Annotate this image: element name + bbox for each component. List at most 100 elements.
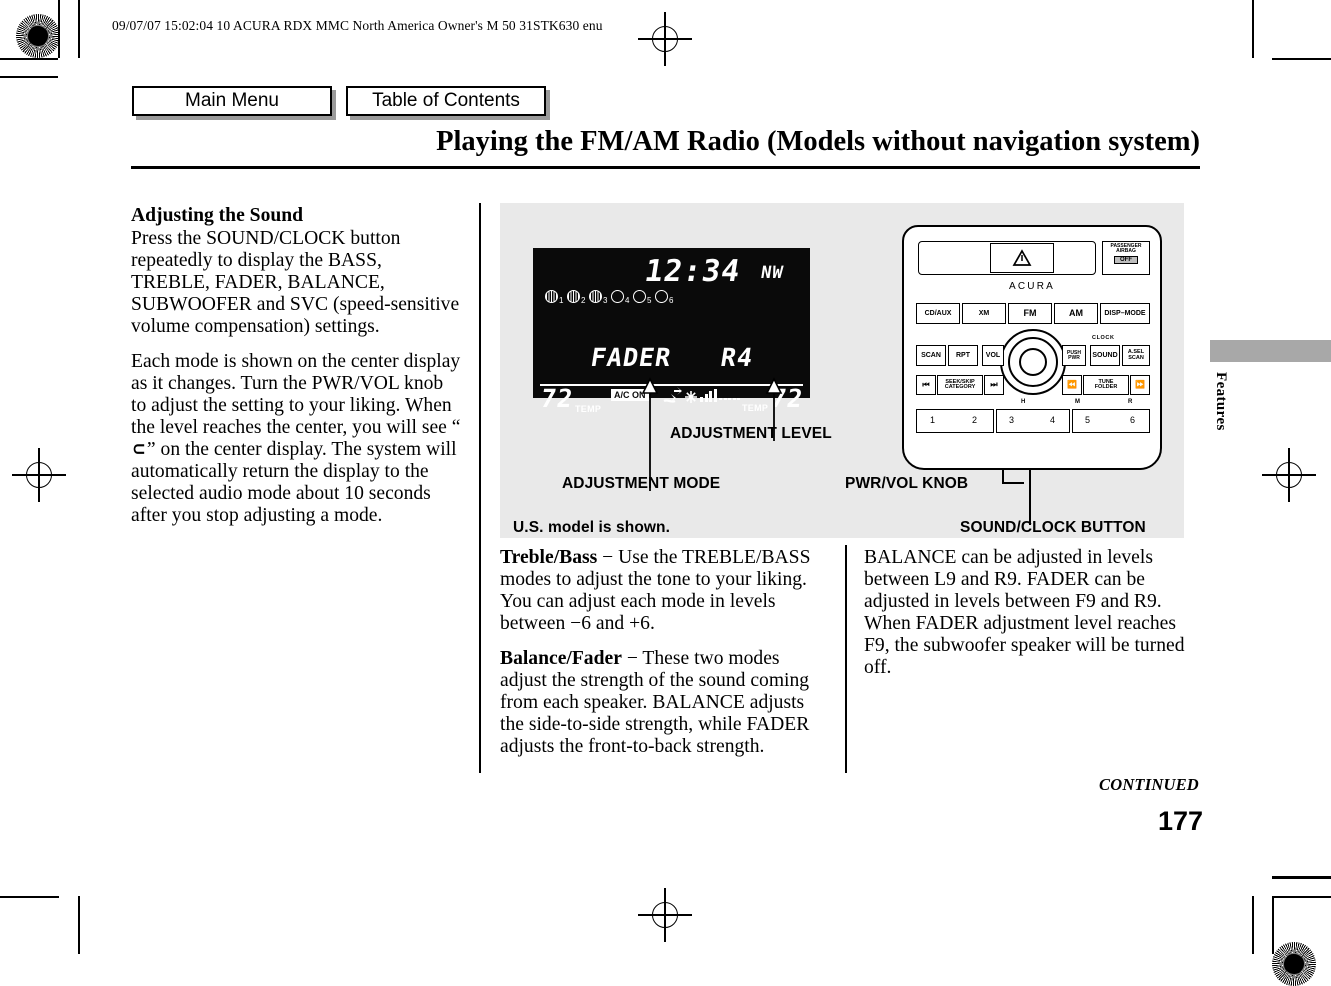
middle-column: Treble/Bass − Use the TREBLE/BASS modes … (500, 547, 830, 771)
lcd-fan-level-dots (719, 398, 740, 400)
source-button-fm[interactable]: FM (1008, 303, 1052, 324)
registration-rosette-top-left (16, 14, 60, 58)
radio-faceplate: PASSENGER AIRBAG OFF ACURA CD/AUX XM FM … (902, 225, 1162, 470)
lcd-disc-3: 3 (589, 290, 607, 305)
balance-fader-paragraph: Balance/Fader − These two modes adjust t… (500, 648, 830, 758)
main-menu-button[interactable]: Main Menu (132, 86, 332, 116)
figure-caption-adjustment-level: ADJUSTMENT LEVEL (670, 425, 832, 442)
page-title: Playing the FM/AM Radio (Models without … (436, 126, 1200, 157)
preset-group-1-2 (916, 409, 994, 433)
lcd-adjustment-level-value: R4 (718, 343, 756, 372)
tune-previous-button[interactable]: ⏪ (1062, 375, 1082, 395)
scan-button[interactable]: SCAN (916, 345, 946, 366)
section-tab-label: Features (1213, 372, 1229, 431)
crop-mark-bottom-left-horizontal (0, 896, 59, 898)
lcd-disc-2-label: 2 (581, 296, 586, 305)
crop-mark-bottom-right-vertical (1272, 896, 1274, 954)
source-button-disp-mode[interactable]: DISP–MODE (1100, 303, 1150, 324)
preset-marker-h: H (1021, 399, 1026, 405)
lcd-disc-6: 6 (655, 290, 673, 305)
rpt-button[interactable]: RPT (948, 345, 978, 366)
hazard-button[interactable] (990, 243, 1054, 273)
a-sel-scan-button[interactable]: A.SEL SCAN (1122, 345, 1150, 366)
left-column: Adjusting the Sound Press the SOUND/CLOC… (131, 205, 462, 540)
crop-mark-bottom-right-outer-vertical (1252, 896, 1254, 954)
registration-target-right (1262, 448, 1316, 502)
left-column-heading: Adjusting the Sound (131, 205, 304, 226)
tune-next-button[interactable]: ⏩ (1130, 375, 1150, 395)
treble-bass-term: Treble/Bass (500, 547, 598, 568)
left-column-paragraph-1: Press the SOUND/CLOCK button repeatedly … (131, 227, 460, 337)
acura-brand-label: ACURA (1008, 281, 1055, 292)
preset-button-3[interactable]: 3 (1009, 415, 1014, 425)
seek-previous-button[interactable]: ⏮ (916, 375, 936, 395)
lcd-fan-level-bars (700, 389, 717, 402)
sound-clock-button[interactable]: SOUND (1090, 345, 1120, 366)
preset-button-4[interactable]: 4 (1050, 415, 1055, 425)
treble-bass-dash: − (602, 547, 614, 568)
print-job-line: 09/07/07 15:02:04 10 ACURA RDX MMC North… (112, 18, 603, 33)
tune-folder-button[interactable]: TUNE FOLDER (1083, 375, 1129, 395)
treble-bass-paragraph: Treble/Bass − Use the TREBLE/BASS modes … (500, 547, 830, 635)
right-column: BALANCE can be adjusted in levels betwee… (864, 547, 1194, 692)
pwr-vol-knob-inner[interactable] (1019, 348, 1047, 376)
left-column-paragraph-2-a: Each mode is shown on the center display… (131, 350, 461, 438)
lcd-airflow-icon (663, 387, 682, 403)
balance-fader-term: Balance/Fader (500, 648, 622, 670)
preset-marker-m: M (1075, 399, 1080, 405)
crop-mark-bottom-right-horizontal (1272, 896, 1331, 898)
registration-rosette-bottom-right (1272, 942, 1316, 986)
vol-label-button[interactable]: VOL (982, 345, 1004, 366)
left-column-paragraph-2-b: ” on the center display. The system will… (131, 439, 457, 527)
registration-target-top (638, 12, 692, 66)
lcd-disc-1: 1 (545, 290, 563, 305)
preset-button-6[interactable]: 6 (1130, 415, 1135, 425)
lcd-disc-4: 4 (611, 290, 629, 305)
seek-next-button[interactable]: ⏭ (984, 375, 1004, 395)
preset-marker-r: R (1128, 399, 1133, 405)
crop-mark-top-left-outer-vertical (78, 0, 80, 58)
figure-caption-us-model: U.S. model is shown. (513, 519, 671, 536)
center-level-glyph: ⊂ (132, 439, 146, 460)
crop-mark-bottom-right-outer-horizontal (1272, 876, 1331, 879)
table-of-contents-button[interactable]: Table of Contents (346, 86, 546, 116)
lcd-disc-2: 2 (567, 290, 585, 305)
source-button-am[interactable]: AM (1054, 303, 1098, 324)
registration-target-left (12, 448, 66, 502)
a-sel-line2: SCAN (1128, 354, 1144, 361)
preset-button-5[interactable]: 5 (1085, 415, 1090, 425)
section-tab-bar (1210, 340, 1331, 362)
figure-caption-adjustment-mode: ADJUSTMENT MODE (562, 475, 721, 492)
lcd-disc-5-label: 5 (647, 296, 652, 305)
balance-fader-dash: − (626, 648, 638, 670)
clock-label: CLOCK (1092, 335, 1115, 341)
lcd-temp-left: 72 (538, 384, 576, 413)
preset-button-1[interactable]: 1 (930, 415, 935, 425)
source-button-cd-aux[interactable]: CD/AUX (916, 303, 960, 324)
title-underline (131, 166, 1200, 169)
continued-label: CONTINUED (1099, 775, 1199, 794)
right-column-paragraph: BALANCE can be adjusted in levels betwee… (864, 547, 1185, 679)
crop-mark-top-right-horizontal (1272, 58, 1331, 60)
source-button-xm[interactable]: XM (962, 303, 1006, 324)
lcd-disc-5: 5 (633, 290, 651, 305)
lcd-disc-3-label: 3 (603, 296, 608, 305)
crop-mark-top-left-vertical (58, 0, 60, 58)
preset-group-3-4 (996, 409, 1070, 433)
left-column-paragraph-2: Each mode is shown on the center display… (131, 351, 462, 527)
lcd-disc-6-label: 6 (669, 296, 674, 305)
page-number: 177 (1158, 806, 1204, 836)
seek-line2: CATEGORY (944, 384, 976, 390)
preset-button-2[interactable]: 2 (972, 415, 977, 425)
crop-mark-bottom-left-vertical (78, 896, 80, 954)
figure-caption-pwr-vol-knob: PWR/VOL KNOB (845, 475, 969, 492)
figure-caption-sound-clock-button: SOUND/CLOCK BUTTON (960, 519, 1146, 536)
preset-group-5-6 (1072, 409, 1150, 433)
column-divider-right (845, 545, 847, 773)
airbag-label-line2: AIRBAG (1116, 248, 1136, 254)
seek-skip-category-button[interactable]: SEEK/SKIP CATEGORY (937, 375, 983, 395)
lcd-temp-left-label: TEMP (575, 404, 602, 414)
passenger-airbag-indicator: PASSENGER AIRBAG OFF (1102, 241, 1150, 275)
crop-mark-top-left-horizontal (0, 58, 58, 60)
push-pwr-button[interactable]: PUSH PWR (1062, 345, 1086, 366)
